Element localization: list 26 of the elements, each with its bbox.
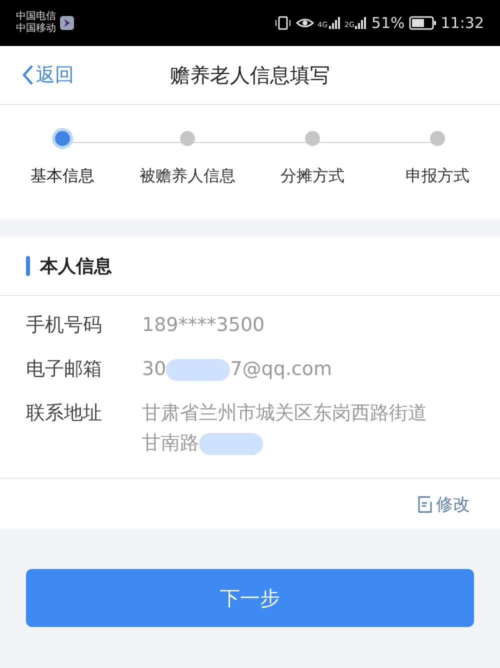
field-value: 甘肃省兰州市城关区东岗西路街道甘南路 — [142, 401, 428, 457]
field-label: 联系地址 — [26, 401, 103, 426]
edit-button[interactable]: 修改 — [411, 492, 476, 516]
back-button[interactable]: 返回 — [0, 61, 110, 89]
step-label: 被赡养人信息 — [140, 166, 236, 187]
app-icon — [60, 16, 74, 30]
step-label: 分摊方式 — [280, 166, 344, 187]
field-label: 电子邮箱 — [26, 357, 103, 382]
field-value: 30 7@qq.com — [142, 357, 334, 383]
edit-icon — [417, 496, 433, 512]
field-label: 手机号码 — [26, 313, 103, 338]
step-label: 申报方式 — [406, 166, 470, 187]
vibrate-icon — [274, 16, 292, 30]
step-label: 基本信息 — [30, 166, 94, 187]
section-marker — [26, 256, 30, 276]
field-value: 189****3500 — [142, 313, 266, 338]
back-chevron-icon — [22, 64, 34, 86]
battery-icon — [408, 16, 437, 30]
carrier-name: 中国电信 — [16, 11, 56, 22]
battery-percent: 51% — [371, 14, 405, 32]
page-title: 赡养老人信息填写 — [169, 62, 331, 88]
clock: 11:32 — [440, 14, 484, 32]
eye-icon — [296, 16, 314, 30]
carrier-name: 中国移动 — [16, 23, 56, 35]
next-step-button[interactable]: 下一步 — [26, 569, 474, 627]
section-title: 本人信息 — [40, 255, 112, 278]
